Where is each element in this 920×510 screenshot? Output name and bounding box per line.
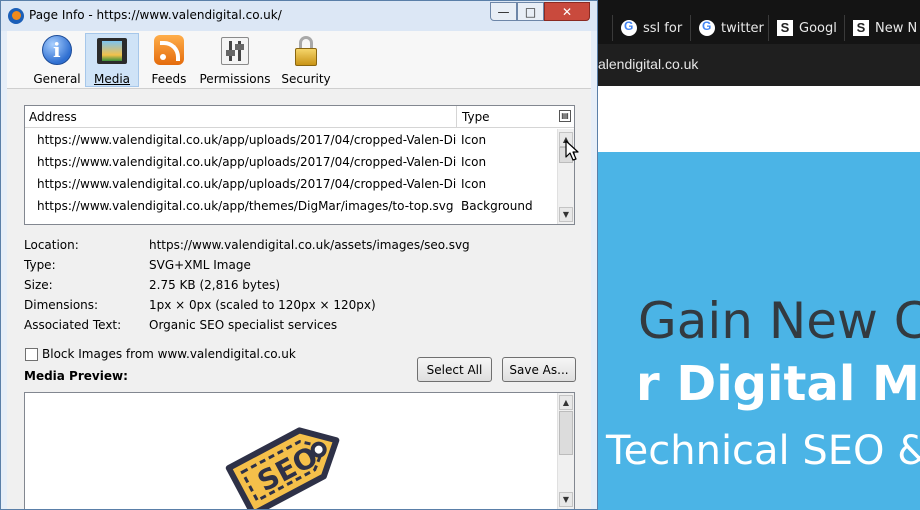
scroll-down-arrow-icon[interactable]: ▼ <box>559 492 573 507</box>
dialog-title-bar[interactable]: Page Info - https://www.valendigital.co.… <box>1 1 597 31</box>
tab-permissions[interactable]: Permissions <box>199 33 271 87</box>
dimensions-label: Dimensions: <box>24 298 99 312</box>
scroll-down-arrow-icon[interactable]: ▼ <box>559 207 573 222</box>
mouse-cursor-icon <box>565 140 579 161</box>
tab-media-label: Media <box>93 72 131 86</box>
save-as-button[interactable]: Save As... <box>502 357 576 382</box>
close-button[interactable]: ✕ <box>544 2 590 21</box>
browser-url-text[interactable]: alendigital.co.uk <box>598 56 698 72</box>
size-label: Size: <box>24 278 53 292</box>
tab-feeds-label: Feeds <box>151 72 187 86</box>
tab-general[interactable]: General <box>29 33 85 87</box>
s-icon: S <box>777 20 793 36</box>
type-value: SVG+XML Image <box>149 258 251 272</box>
browser-tab-new[interactable]: S New N <box>844 15 920 41</box>
table-row[interactable]: https://www.valendigital.co.uk/app/uploa… <box>25 151 556 173</box>
hero-tagline: Technical SEO & C <box>606 428 920 474</box>
location-label: Location: <box>24 238 79 252</box>
table-row[interactable]: https://www.valendigital.co.uk/app/uploa… <box>25 173 556 195</box>
seo-tag-image: SEO <box>225 427 340 509</box>
page-info-toolbar: General Media Feeds Permissions Security <box>7 31 591 89</box>
scroll-thumb[interactable] <box>559 411 573 455</box>
table-row[interactable]: https://www.valendigital.co.uk/app/uploa… <box>25 129 556 151</box>
hero-heading: Gain New C <box>638 292 920 350</box>
google-icon <box>699 19 715 36</box>
type-label: Type: <box>24 258 56 272</box>
tab-label: twitter <box>721 20 764 36</box>
browser-tab-twitter[interactable]: twitter <box>690 15 768 41</box>
column-header-address[interactable]: Address <box>29 110 77 124</box>
cell-type: Icon <box>461 133 487 147</box>
select-all-button[interactable]: Select All <box>417 357 492 382</box>
tab-label: New N <box>875 20 918 36</box>
permissions-icon <box>218 35 252 67</box>
site-hero: Gain New C r Digital Mar Technical SEO &… <box>598 152 920 510</box>
tab-security-label: Security <box>281 72 331 86</box>
column-header-type[interactable]: Type <box>462 110 490 124</box>
block-images-label[interactable]: Block Images from www.valendigital.co.uk <box>42 347 296 361</box>
scroll-up-arrow-icon[interactable]: ▲ <box>559 395 573 410</box>
block-images-checkbox[interactable] <box>25 347 38 361</box>
block-images-option[interactable]: Block Images from www.valendigital.co.uk <box>25 347 296 361</box>
site-header <box>598 86 920 152</box>
cell-type: Icon <box>461 177 487 191</box>
hero-subheading: r Digital Mar <box>636 356 920 412</box>
media-icon <box>95 36 129 67</box>
cell-address: https://www.valendigital.co.uk/app/uploa… <box>37 133 457 147</box>
tab-general-label: General <box>33 72 81 86</box>
list-header: Address Type ▤ <box>25 106 574 128</box>
s-icon: S <box>853 20 869 36</box>
associated-text-value: Organic SEO specialist services <box>149 318 338 332</box>
google-icon <box>621 19 637 36</box>
size-value: 2.75 KB (2,816 bytes) <box>149 278 281 292</box>
minimize-button[interactable]: — <box>490 2 517 21</box>
location-value: https://www.valendigital.co.uk/assets/im… <box>149 238 470 252</box>
cell-type: Background <box>461 199 533 213</box>
tab-permissions-label: Permissions <box>199 72 271 86</box>
media-preview-label: Media Preview: <box>24 369 128 383</box>
firefox-icon <box>8 8 24 24</box>
tab-feeds[interactable]: Feeds <box>143 33 195 87</box>
lock-icon <box>289 35 323 67</box>
tab-media[interactable]: Media <box>85 33 139 87</box>
cell-address: https://www.valendigital.co.uk/app/theme… <box>37 199 454 213</box>
tab-label: ssl for <box>643 20 683 36</box>
browser-tab-ssl[interactable]: ssl for <box>612 15 690 41</box>
cell-address: https://www.valendigital.co.uk/app/uploa… <box>37 155 457 169</box>
column-header-type-cell[interactable]: Type <box>456 106 556 128</box>
tab-security[interactable]: Security <box>275 33 337 87</box>
page-info-dialog: Page Info - https://www.valendigital.co.… <box>0 0 598 510</box>
associated-text-label: Associated Text: <box>24 318 122 332</box>
media-list[interactable]: Address Type ▤ https://www.valendigital.… <box>24 105 575 225</box>
info-icon <box>40 35 74 67</box>
tab-label: Googl <box>799 20 837 36</box>
preview-scrollbar[interactable]: ▲ ▼ <box>557 393 574 509</box>
table-row[interactable]: https://www.valendigital.co.uk/app/theme… <box>25 195 556 217</box>
column-picker-icon[interactable]: ▤ <box>559 110 571 122</box>
cell-type: Icon <box>461 155 487 169</box>
maximize-button[interactable]: □ <box>517 2 544 21</box>
cell-address: https://www.valendigital.co.uk/app/uploa… <box>37 177 457 191</box>
dialog-content: General Media Feeds Permissions Security <box>7 31 591 509</box>
dimensions-value: 1px × 0px (scaled to 120px × 120px) <box>149 298 376 312</box>
media-preview: SEO ▲ ▼ <box>24 392 575 509</box>
browser-tab-google[interactable]: S Googl <box>768 15 844 41</box>
dialog-title: Page Info - https://www.valendigital.co.… <box>29 8 282 22</box>
feed-icon <box>152 35 186 67</box>
